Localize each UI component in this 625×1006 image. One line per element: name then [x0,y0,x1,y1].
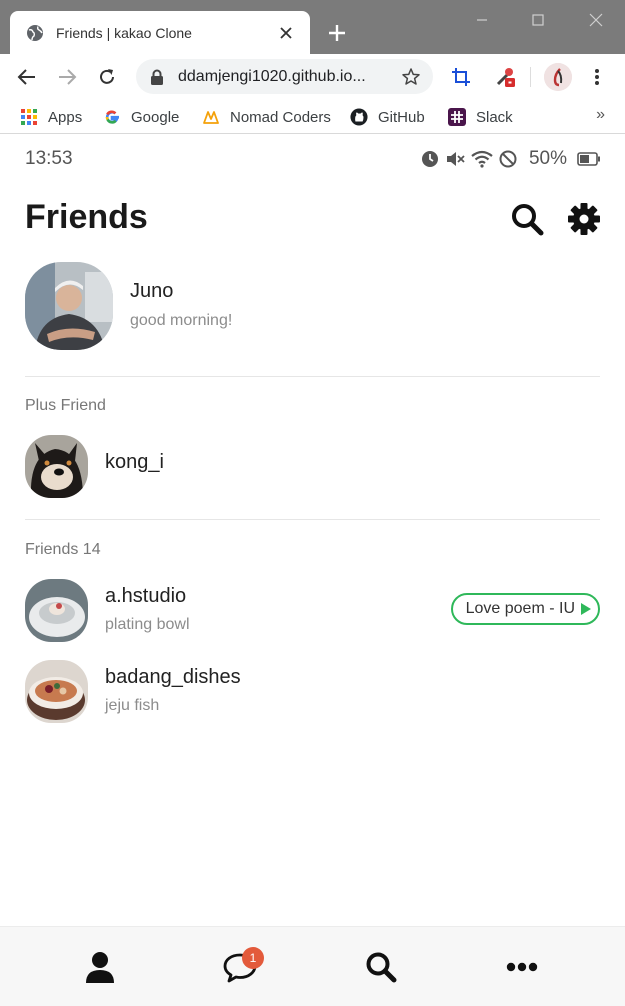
lock-icon [151,69,163,85]
bookmark-slack[interactable]: Slack [448,106,513,128]
github-icon [350,108,368,126]
back-arrow-icon[interactable] [16,66,38,88]
list-item-a-hstudio[interactable]: a.hstudio plating bowl Love poem - IU [25,579,600,643]
reload-icon[interactable] [96,66,118,88]
list-item-badang-dishes[interactable]: badang_dishes jeju fish [25,660,600,724]
friend-name: kong_i [105,451,164,473]
nomad-coders-icon [202,108,220,126]
nav-friends-person-icon[interactable] [82,949,118,985]
profile-avatar[interactable] [544,63,572,91]
bottom-nav: 1 [0,926,625,1006]
avatar[interactable] [25,435,88,498]
music-title: Love poem - IU [465,600,575,617]
battery-icon [577,152,600,166]
friend-name: badang_dishes [105,666,241,688]
music-status-pill[interactable]: Love poem - IU [450,593,600,625]
section-label-plus-friend: Plus Friend [25,397,106,414]
bookmark-apps[interactable]: Apps [20,106,82,128]
bookmark-label: GitHub [378,108,425,126]
play-icon[interactable] [580,602,592,616]
avatar[interactable] [25,262,113,350]
nav-more-ellipsis-icon[interactable] [504,949,540,985]
globe-icon [27,24,43,41]
my-profile-name: Juno [130,280,174,302]
blocked-icon [499,150,517,168]
more-menu-icon[interactable] [586,66,608,88]
search-icon[interactable] [510,202,544,236]
new-tab-icon[interactable] [326,22,348,44]
status-icons: 50% [421,148,601,170]
page-title: Friends [25,198,148,236]
bookmark-label: Apps [48,108,83,126]
my-profile[interactable]: Juno good morning! [25,262,232,350]
bookmarks-overflow-chevron[interactable]: » [596,106,605,124]
toolbar-divider [530,67,531,87]
bookmark-star-icon[interactable] [401,67,421,87]
window-close-icon[interactable] [586,10,606,30]
bookmark-github[interactable]: GitHub [350,106,425,128]
section-divider [25,376,600,377]
friend-status-message: jeju fish [105,697,160,714]
bookmarks-bar: Apps Google Nomad Coders GitHub Slack » [0,100,625,134]
section-label-friends: Friends 14 [25,541,101,558]
clock-icon [421,151,438,167]
browser-toolbar: ddamjengi1020.github.io... [0,54,625,100]
friend-status-message: plating bowl [105,616,190,633]
apps-grid-icon [20,108,38,126]
eyedropper-extension-icon[interactable] [494,66,516,88]
bookmark-nomad-coders[interactable]: Nomad Coders [202,106,331,128]
list-item-kong-i[interactable]: kong_i [25,435,600,499]
forward-arrow-icon[interactable] [56,66,78,88]
slack-icon [448,108,466,126]
address-bar[interactable]: ddamjengi1020.github.io... [136,59,433,94]
bookmark-label: Google [131,108,180,126]
status-time: 13:53 [25,148,73,169]
browser-tabstrip: Friends | kakao Clone [0,0,625,54]
friend-name: a.hstudio [105,585,187,607]
minimize-icon[interactable] [472,10,492,30]
avatar[interactable] [25,660,88,723]
nav-search-icon[interactable] [363,949,399,985]
chats-unread-badge: 1 [242,947,264,969]
url-text: ddamjengi1020.github.io... [178,67,366,85]
wifi-icon [471,150,493,168]
bookmark-label: Slack [476,108,513,126]
section-divider [25,519,600,520]
close-tab-icon[interactable] [276,23,296,43]
bookmark-google[interactable]: Google [103,106,179,128]
avatar[interactable] [25,579,88,642]
settings-gear-icon[interactable] [567,202,601,236]
tab-title: Friends | kakao Clone [56,24,192,41]
mute-icon [446,152,465,166]
status-bar: 13:53 50% [0,140,625,176]
browser-tab[interactable]: Friends | kakao Clone [10,11,310,54]
my-profile-status-message: good morning! [130,312,233,329]
maximize-icon[interactable] [528,10,548,30]
bookmark-label: Nomad Coders [230,108,331,126]
google-icon [103,108,121,126]
crop-extension-icon[interactable] [450,66,472,88]
battery-percent: 50% [528,148,567,169]
